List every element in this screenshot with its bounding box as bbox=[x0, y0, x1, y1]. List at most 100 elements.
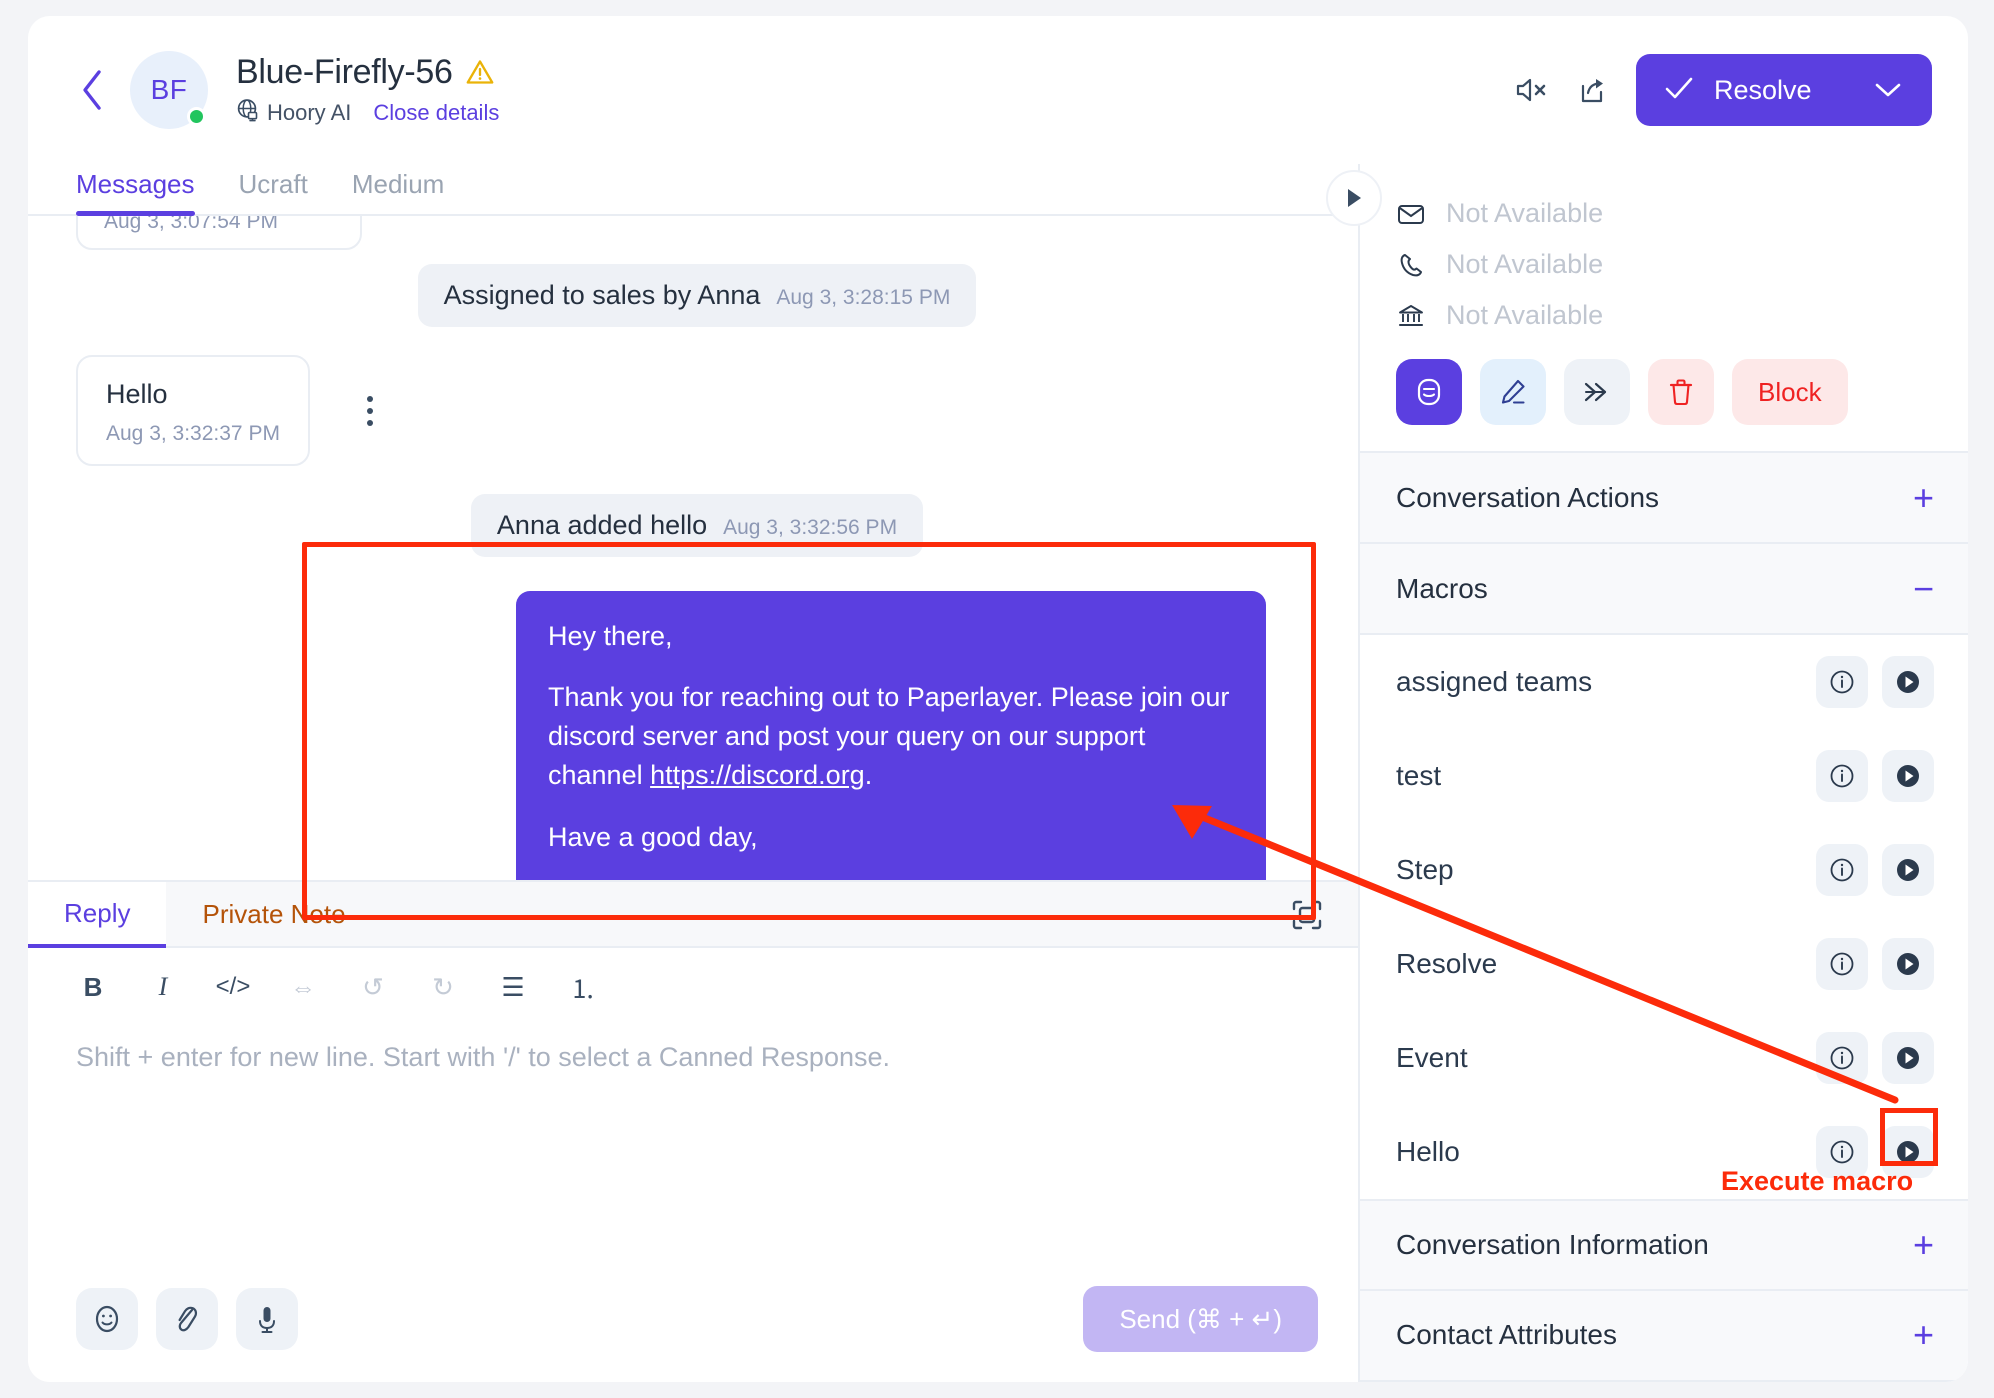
resolve-label: Resolve bbox=[1714, 74, 1812, 105]
outgoing-message-bubble[interactable]: Hey there, Thank you for reaching out to… bbox=[516, 591, 1266, 880]
macro-row: test bbox=[1360, 729, 1968, 823]
contact-action-row: Block bbox=[1360, 341, 1968, 425]
macro-info-button[interactable] bbox=[1816, 1032, 1868, 1085]
resolve-dropdown-button[interactable] bbox=[1854, 81, 1922, 99]
warning-triangle-icon bbox=[466, 59, 494, 85]
numbered-list-button[interactable]: ⒈ bbox=[566, 970, 600, 1004]
macro-info-button[interactable] bbox=[1816, 656, 1868, 709]
macro-name: Hello bbox=[1396, 1136, 1460, 1168]
conversation-button[interactable] bbox=[1396, 359, 1462, 425]
macro-info-button[interactable] bbox=[1816, 844, 1868, 897]
forward-button[interactable] bbox=[1564, 359, 1630, 425]
redo-button[interactable]: ↻ bbox=[426, 970, 460, 1004]
tab-ucraft[interactable]: Ucraft bbox=[239, 169, 330, 214]
outgoing-line-3: Have a good day, bbox=[548, 821, 758, 852]
incoming-message-time: Aug 3, 3:32:37 PM bbox=[106, 422, 280, 446]
block-button[interactable]: Block bbox=[1732, 359, 1848, 425]
send-button[interactable]: Send (⌘ + ↵) bbox=[1083, 1286, 1318, 1352]
reply-editor: Reply Private Note B I </> ⇔ ↺ ↻ ☰ ⒈ Shi… bbox=[28, 880, 1358, 1382]
contact-company-row: Not Available bbox=[1360, 290, 1968, 341]
section-conversation-information-title: Conversation Information bbox=[1396, 1229, 1709, 1261]
info-icon bbox=[1830, 859, 1854, 882]
emoji-button[interactable] bbox=[76, 1288, 138, 1350]
undo-button[interactable]: ↺ bbox=[356, 970, 390, 1004]
play-circle-icon bbox=[1897, 1047, 1919, 1070]
share-button[interactable] bbox=[1576, 74, 1608, 106]
inbox-chip: Hoory AI bbox=[236, 98, 351, 128]
macro-execute-button[interactable] bbox=[1882, 656, 1934, 709]
section-contact-attributes-title: Contact Attributes bbox=[1396, 1319, 1618, 1351]
section-conversation-actions[interactable]: Conversation Actions + bbox=[1360, 453, 1968, 545]
bold-button[interactable]: B bbox=[76, 970, 110, 1004]
editor-tabs: Reply Private Note bbox=[28, 882, 1358, 948]
macro-execute-button[interactable] bbox=[1882, 938, 1934, 991]
bullet-list-button[interactable]: ☰ bbox=[496, 970, 530, 1004]
check-icon bbox=[1664, 76, 1694, 105]
incoming-message-row: Hello Aug 3, 3:32:37 PM bbox=[76, 355, 1318, 467]
conversation-header: BF Blue-Firefly-56 Hoory AI Close detail… bbox=[28, 16, 1968, 164]
message-clipped-top: Aug 3, 3:07:54 PM bbox=[76, 216, 362, 251]
tab-private-note-label: Private Note bbox=[202, 898, 346, 929]
code-button[interactable]: </> bbox=[216, 970, 251, 1004]
macro-execute-button[interactable] bbox=[1882, 1032, 1934, 1085]
outgoing-message-row: Hey there, Thank you for reaching out to… bbox=[76, 591, 1318, 880]
conversation-left-column: Messages Ucraft Medium Aug 3, 3:07:54 PM… bbox=[28, 164, 1382, 1382]
edit-button[interactable] bbox=[1480, 359, 1546, 425]
macro-row: Event bbox=[1360, 1011, 1968, 1105]
italic-button[interactable]: I bbox=[146, 970, 180, 1004]
tab-private-note[interactable]: Private Note bbox=[166, 882, 1358, 948]
incoming-message-bubble[interactable]: Hello Aug 3, 3:32:37 PM bbox=[76, 355, 310, 467]
section-toggle-icon: + bbox=[1912, 1314, 1934, 1356]
online-status-dot bbox=[187, 107, 206, 126]
pencil-icon bbox=[1501, 379, 1525, 404]
macro-execute-button[interactable] bbox=[1882, 844, 1934, 897]
contact-company-value: Not Available bbox=[1446, 300, 1604, 330]
editor-actions: Send (⌘ + ↵) bbox=[28, 1268, 1358, 1382]
expand-editor-button[interactable] bbox=[1284, 892, 1330, 938]
microphone-icon bbox=[259, 1307, 275, 1333]
delete-button[interactable] bbox=[1648, 359, 1714, 425]
phone-icon bbox=[1396, 252, 1426, 278]
contact-email-value: Not Available bbox=[1446, 198, 1604, 228]
macro-info-button[interactable] bbox=[1816, 938, 1868, 991]
formatting-toolbar: B I </> ⇔ ↺ ↻ ☰ ⒈ bbox=[28, 948, 1358, 1018]
activity-message-2: Anna added hello Aug 3, 3:32:56 PM bbox=[470, 494, 924, 558]
message-list[interactable]: Aug 3, 3:07:54 PM Assigned to sales by A… bbox=[28, 216, 1358, 880]
macro-info-button[interactable] bbox=[1816, 750, 1868, 803]
conversation-tabs: Messages Ucraft Medium bbox=[28, 164, 1382, 226]
close-details-link[interactable]: Close details bbox=[373, 100, 499, 126]
chevron-down-icon bbox=[1875, 83, 1901, 97]
link-button[interactable]: ⇔ bbox=[286, 970, 320, 1004]
play-circle-icon bbox=[1897, 671, 1919, 694]
microphone-button[interactable] bbox=[236, 1288, 298, 1350]
tab-medium[interactable]: Medium bbox=[352, 169, 466, 214]
reply-input[interactable]: Shift + enter for new line. Start with '… bbox=[28, 1018, 1358, 1268]
discord-link[interactable]: https://discord.org bbox=[650, 760, 865, 790]
back-button[interactable] bbox=[72, 66, 112, 114]
mute-button[interactable] bbox=[1514, 75, 1548, 105]
play-right-icon bbox=[1348, 189, 1361, 207]
resolve-button[interactable]: Resolve bbox=[1636, 54, 1932, 126]
section-conversation-information[interactable]: Conversation Information + bbox=[1360, 1199, 1968, 1291]
message-options-button[interactable] bbox=[348, 395, 392, 426]
trash-icon bbox=[1669, 379, 1693, 406]
macro-row: Resolve bbox=[1360, 917, 1968, 1011]
play-circle-icon bbox=[1897, 1141, 1919, 1164]
section-macros[interactable]: Macros − bbox=[1360, 544, 1968, 636]
attach-button[interactable] bbox=[156, 1288, 218, 1350]
conversation-title-row: Blue-Firefly-56 bbox=[236, 53, 499, 92]
outgoing-line-2-period: . bbox=[864, 760, 873, 791]
macro-execute-button[interactable] bbox=[1882, 750, 1934, 803]
incoming-message-text: Hello bbox=[106, 379, 168, 410]
tab-reply[interactable]: Reply bbox=[28, 882, 167, 948]
activity-row: Assigned to sales by Anna Aug 3, 3:28:15… bbox=[76, 264, 1318, 328]
contact-email-row: Not Available bbox=[1360, 188, 1968, 239]
tab-messages[interactable]: Messages bbox=[76, 169, 217, 217]
conversation-app-card: BF Blue-Firefly-56 Hoory AI Close detail… bbox=[28, 16, 1968, 1382]
chat-bubble-icon bbox=[1417, 378, 1441, 406]
conversation-body: Messages Ucraft Medium Aug 3, 3:07:54 PM… bbox=[28, 164, 1968, 1382]
section-contact-attributes[interactable]: Contact Attributes + bbox=[1360, 1290, 1968, 1382]
emoji-icon bbox=[95, 1305, 119, 1333]
section-toggle-icon: − bbox=[1912, 567, 1934, 609]
tab-ucraft-label: Ucraft bbox=[238, 169, 308, 200]
